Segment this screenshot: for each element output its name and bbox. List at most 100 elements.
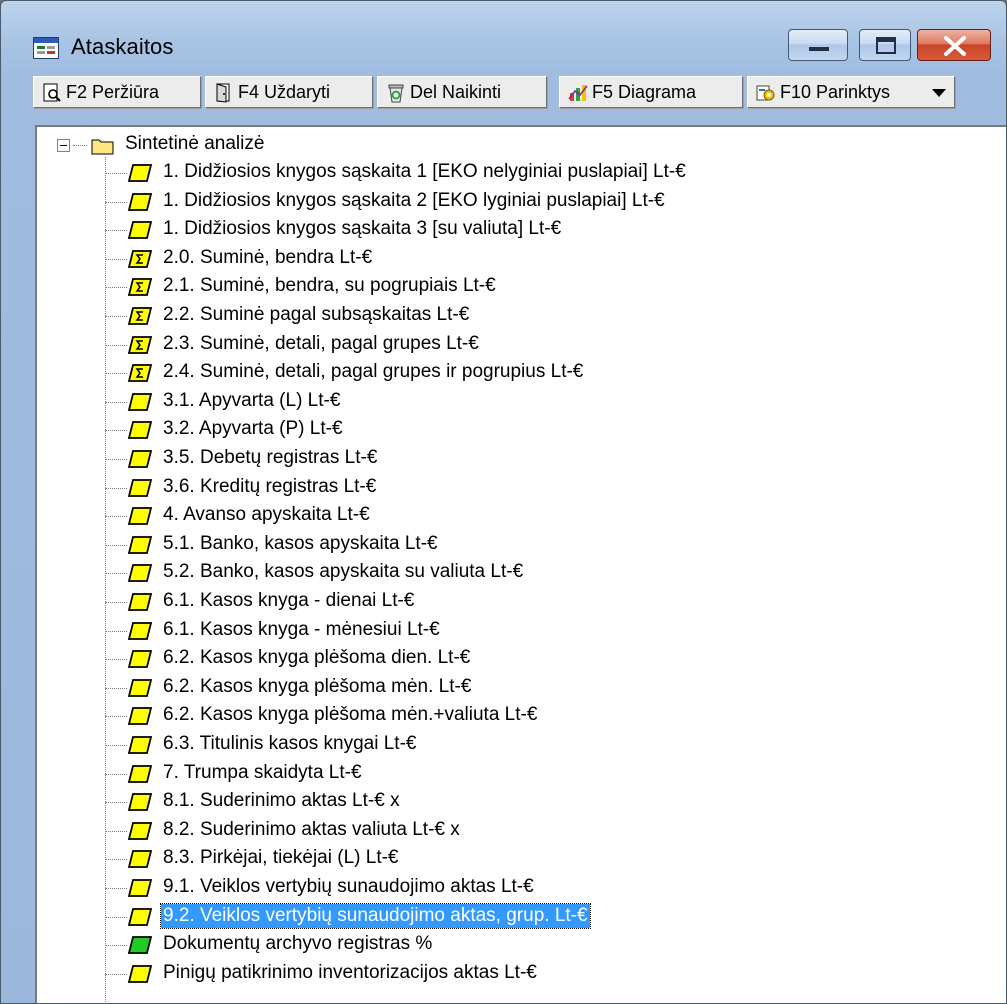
tree-item[interactable]: 4. Avanso apyskaita Lt-€ <box>105 501 985 529</box>
report-icon <box>127 650 153 669</box>
tree-item[interactable]: 5.1. Banko, kasos apyskaita Lt-€ <box>105 530 985 558</box>
tree-item[interactable]: 3.5. Debetų registras Lt-€ <box>105 444 985 472</box>
report-icon <box>127 964 153 983</box>
tree-item[interactable]: Dokumentų archyvo registras % <box>105 930 985 958</box>
reports-window: Ataskaitos F2 Peržiūra F4 Uždaryti Del N… <box>0 0 1007 1004</box>
report-tree-panel[interactable]: Sintetinė analizė 1. Didžiosios knygos s… <box>35 125 1006 1003</box>
tree-item-label: 3.2. Apyvarta (P) Lt-€ <box>163 418 343 440</box>
summary-report-icon <box>127 249 153 268</box>
tree-item-label: 8.1. Suderinimo aktas Lt-€ x <box>163 790 400 812</box>
tree-item[interactable]: 7. Trumpa skaidyta Lt-€ <box>105 759 985 787</box>
tree-root-label: Sintetinė analizė <box>125 133 265 154</box>
tree-item[interactable]: 2.0. Suminė, bendra Lt-€ <box>105 244 985 272</box>
tree-connector <box>105 973 127 975</box>
tree-item-label: 5.1. Banko, kasos apyskaita Lt-€ <box>163 532 438 554</box>
tree-item[interactable]: Pinigų patikrinimo inventorizacijos akta… <box>105 959 985 987</box>
tree-item[interactable]: 5.2. Banko, kasos apyskaita su valiuta L… <box>105 558 985 586</box>
tree-connector <box>105 630 127 632</box>
tree-connector <box>105 401 127 403</box>
tree-item[interactable]: 2.1. Suminė, bendra, su pogrupiais Lt-€ <box>105 272 985 300</box>
report-icon <box>127 621 153 640</box>
tree-item[interactable]: 6.3. Titulinis kasos knygai Lt-€ <box>105 730 985 758</box>
tree-item[interactable]: 2.2. Suminė pagal subsąskaitas Lt-€ <box>105 301 985 329</box>
tree-connector <box>105 773 127 775</box>
close-report-button-label: F4 Uždaryti <box>238 82 331 102</box>
tree-connector <box>105 859 127 861</box>
tree-item[interactable]: 8.3. Pirkėjai, tiekėjai (L) Lt-€ <box>105 844 985 872</box>
settings-icon <box>756 85 775 101</box>
tree-item-label: 2.3. Suminė, detali, pagal grupes Lt-€ <box>163 332 479 354</box>
tree-item[interactable]: 6.1. Kasos knyga - dienai Lt-€ <box>105 587 985 615</box>
tree-connector <box>105 916 127 918</box>
tree-item[interactable]: 8.1. Suderinimo aktas Lt-€ x <box>105 787 985 815</box>
tree-item[interactable]: 1. Didžiosios knygos sąskaita 1 [EKO nel… <box>105 158 985 186</box>
tree-item-label: 6.3. Titulinis kasos knygai Lt-€ <box>163 733 417 754</box>
preview-icon <box>43 83 61 102</box>
tree-item[interactable]: 1. Didžiosios knygos sąskaita 3 [su vali… <box>105 215 985 243</box>
tree-item[interactable]: 9.1. Veiklos vertybių sunaudojimo aktas … <box>105 873 985 901</box>
report-icon <box>127 907 153 926</box>
report-icon <box>127 793 153 812</box>
tree-connector <box>73 145 87 146</box>
tree-item-label: 8.2. Suderinimo aktas valiuta Lt-€ x <box>163 818 460 840</box>
tree-item[interactable]: 6.2. Kasos knyga plėšoma mėn.+valiuta Lt… <box>105 701 985 729</box>
close-report-button[interactable]: F4 Uždaryti <box>205 76 373 108</box>
recycle-icon <box>388 84 404 103</box>
tree-item-label: 1. Didžiosios knygos sąskaita 2 [EKO lyg… <box>163 189 665 211</box>
tree-item-selected[interactable]: 9.2. Veiklos vertybių sunaudojimo aktas,… <box>105 902 985 930</box>
collapse-icon[interactable] <box>57 139 70 152</box>
preview-button-label: F2 Peržiūra <box>66 82 160 102</box>
tree-item[interactable]: 3.6. Kreditų registras Lt-€ <box>105 473 985 501</box>
tree-item-label: 1. Didžiosios knygos sąskaita 1 [EKO nel… <box>163 161 686 182</box>
tree-item-label: 6.1. Kasos knyga - mėnesiui Lt-€ <box>163 618 440 640</box>
tree-item[interactable]: 8.2. Suderinimo aktas valiuta Lt-€ x <box>105 816 985 844</box>
report-green-icon <box>127 936 153 955</box>
summary-report-icon <box>127 278 153 297</box>
tree-item[interactable]: 6.2. Kasos knyga plėšoma mėn. Lt-€ <box>105 673 985 701</box>
tree-item-label: 8.3. Pirkėjai, tiekėjai (L) Lt-€ <box>163 847 399 869</box>
tree-connector <box>105 373 127 375</box>
tree-item[interactable]: 2.4. Suminė, detali, pagal grupes ir pog… <box>105 358 985 386</box>
delete-button-label: Del Naikinti <box>410 82 502 102</box>
maximize-icon <box>876 37 896 54</box>
tree-item[interactable]: 6.2. Kasos knyga plėšoma dien. Lt-€ <box>105 644 985 672</box>
tree-item-label: 6.2. Kasos knyga plėšoma dien. Lt-€ <box>163 647 471 669</box>
tree-item[interactable]: 6.1. Kasos knyga - mėnesiui Lt-€ <box>105 616 985 644</box>
tree-item[interactable]: 3.1. Apyvarta (L) Lt-€ <box>105 387 985 415</box>
report-icon <box>127 850 153 869</box>
tree-connector <box>105 287 127 289</box>
tree-item-label: 9.2. Veiklos vertybių sunaudojimo aktas,… <box>160 902 591 929</box>
diagram-button[interactable]: F5 Diagrama <box>559 76 743 108</box>
report-icon <box>127 221 153 240</box>
tree-item[interactable]: 1. Didžiosios knygos sąskaita 2 [EKO lyg… <box>105 187 985 215</box>
options-button[interactable]: F10 Parinktys <box>747 76 955 108</box>
report-icon <box>127 535 153 554</box>
tree-item-label: 2.4. Suminė, detali, pagal grupes ir pog… <box>163 361 584 383</box>
dropdown-caret-icon <box>932 89 946 97</box>
maximize-button[interactable] <box>859 29 911 61</box>
report-icon <box>127 879 153 897</box>
tree-item-label: Pinigų patikrinimo inventorizacijos akta… <box>163 961 537 983</box>
tree-item[interactable]: 2.3. Suminė, detali, pagal grupes Lt-€ <box>105 330 985 358</box>
minimize-button[interactable] <box>788 29 848 61</box>
tree-item-label: 1. Didžiosios knygos sąskaita 3 [su vali… <box>163 218 562 240</box>
tree-connector <box>105 802 127 804</box>
report-icon <box>127 736 153 754</box>
tree-item-label: 6.2. Kasos knyga plėšoma mėn.+valiuta Lt… <box>163 704 538 726</box>
close-icon <box>944 36 966 56</box>
report-icon <box>127 192 153 211</box>
tree-item[interactable]: 3.2. Apyvarta (P) Lt-€ <box>105 415 985 443</box>
summary-report-icon <box>127 307 153 325</box>
minimize-icon <box>809 47 829 51</box>
delete-button[interactable]: Del Naikinti <box>377 76 547 108</box>
tree-item-label: 7. Trumpa skaidyta Lt-€ <box>163 761 362 783</box>
tree-connector <box>105 230 127 232</box>
options-button-label: F10 Parinktys <box>780 82 891 102</box>
tree-connector <box>105 888 127 889</box>
close-button[interactable] <box>917 29 991 61</box>
title-bar[interactable]: Ataskaitos <box>1 1 1006 69</box>
tree-connector <box>105 945 127 947</box>
summary-report-icon <box>127 364 153 383</box>
preview-button[interactable]: F2 Peržiūra <box>33 76 201 108</box>
report-icon <box>127 164 153 182</box>
